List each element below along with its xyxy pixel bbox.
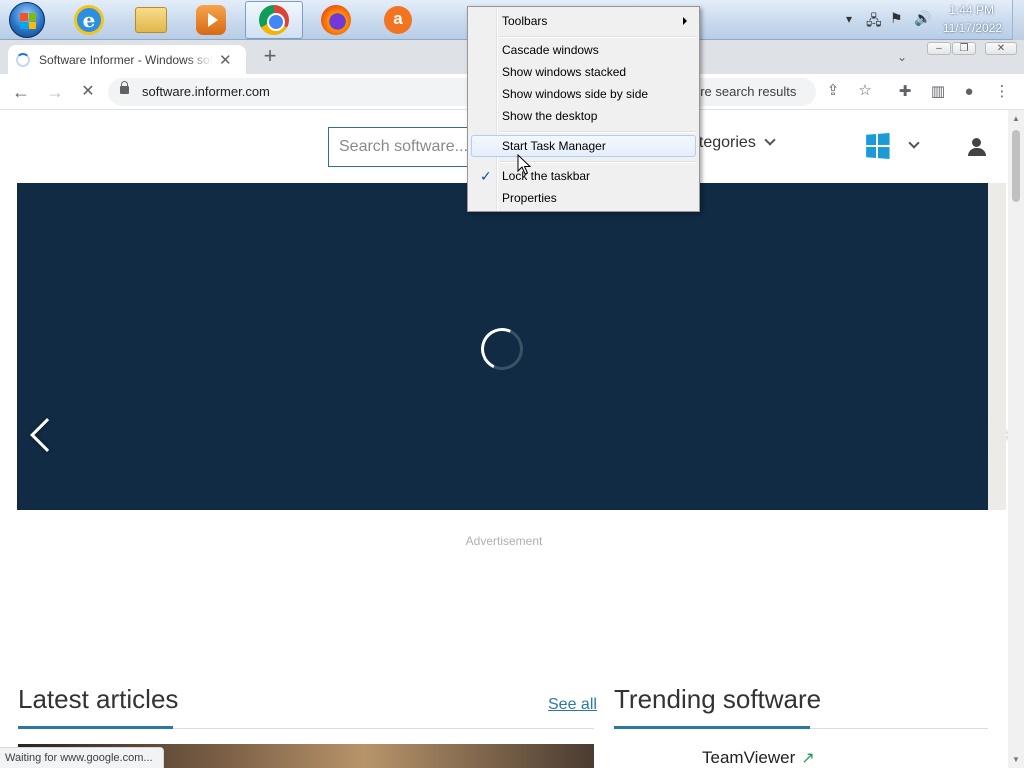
volume-icon[interactable]: 🔊 [914, 10, 931, 27]
mouse-pointer-icon [517, 154, 531, 175]
new-tab-button[interactable]: + [260, 45, 280, 67]
heading-underline [18, 726, 173, 729]
internet-explorer-icon: e [74, 5, 104, 35]
url-text[interactable]: software.informer.com [142, 84, 270, 99]
menu-item-lock-the-taskbar[interactable]: ✓ Lock the taskbar [471, 165, 696, 187]
menu-separator [500, 131, 696, 133]
latest-articles-heading: Latest articles [18, 684, 179, 714]
windows-orb-icon [9, 2, 45, 38]
checkmark-icon: ✓ [480, 168, 492, 184]
menu-item-label: Show windows side by side [502, 87, 649, 101]
menu-item-start-task-manager[interactable]: Start Task Manager [471, 135, 696, 157]
bookmark-star-icon[interactable]: ☆ [856, 82, 874, 100]
scroll-down-arrow-icon[interactable]: ▼ [1012, 755, 1020, 764]
restore-button[interactable]: ❐ [952, 42, 976, 55]
menu-item-properties[interactable]: Properties [471, 187, 696, 209]
tab-title: Software Informer - Windows software [39, 52, 213, 67]
menu-item-label: Cascade windows [502, 43, 599, 57]
menu-kebab-icon[interactable]: ⋮ [993, 83, 1011, 101]
tray-overflow-icon[interactable]: ▾ [846, 12, 852, 26]
menu-item-show-windows-side-by-side[interactable]: Show windows side by side [471, 83, 696, 105]
trending-software-heading: Trending software [614, 684, 822, 714]
menu-item-toolbars[interactable]: Toolbars [471, 10, 696, 32]
taskbar-firefox[interactable] [307, 1, 365, 39]
clock-time[interactable]: 1:44 PM [949, 3, 994, 17]
scroll-thumb[interactable] [1012, 130, 1020, 202]
categories-menu[interactable]: ategories [690, 134, 776, 152]
chrome-icon [259, 5, 289, 35]
tab-search-chevron-icon[interactable]: ⌄ [897, 50, 907, 64]
minimize-button[interactable]: – [927, 42, 951, 55]
windows-logo-icon[interactable] [866, 133, 890, 159]
menu-item-label: Lock the taskbar [502, 169, 591, 183]
menu-item-label: Start Task Manager [502, 139, 606, 153]
page-scrollbar[interactable]: ▲ ▼ [1008, 110, 1024, 768]
stop-loading-button[interactable]: ✕ [76, 80, 100, 104]
status-bubble: Waiting for www.google.com... [0, 747, 164, 768]
folder-icon [135, 7, 167, 33]
slider-edge [988, 183, 1006, 510]
menu-item-label: Properties [502, 191, 557, 205]
menu-separator [500, 36, 696, 38]
omnibox-hint-text: ore search results [693, 84, 797, 99]
clock-date[interactable]: 11/17/2022 [943, 21, 1002, 35]
menu-item-label: Toolbars [502, 14, 548, 28]
trending-item-label: TeamViewer [702, 748, 796, 767]
menu-item-show-the-desktop[interactable]: Show the desktop [471, 105, 696, 127]
address-bar[interactable]: software.informer.com ore search results… [108, 78, 872, 106]
trending-item[interactable]: TeamViewer ↗ [702, 748, 815, 768]
side-panel-icon[interactable]: ▥ [929, 83, 947, 101]
taskbar-context-menu: Toolbars Cascade windows Show windows st… [467, 6, 700, 212]
chevron-down-icon [764, 134, 776, 146]
trending-arrow-icon: ↗ [801, 750, 815, 767]
firefox-icon [321, 5, 351, 35]
taskbar-google-chrome[interactable] [245, 1, 303, 39]
avast-icon [384, 6, 412, 34]
close-window-button[interactable]: ✕ [985, 42, 1017, 55]
user-account-icon[interactable] [967, 138, 987, 156]
scroll-up-arrow-icon[interactable]: ▲ [1012, 114, 1020, 123]
menu-item-show-windows-stacked[interactable]: Show windows stacked [471, 61, 696, 83]
system-tray: ▾ 🖧 ⚑ 🔊 1:44 PM 11/17/2022 [840, 0, 1024, 40]
taskbar-internet-explorer[interactable]: e [60, 1, 118, 39]
taskbar-windows-explorer[interactable] [122, 1, 180, 39]
extensions-icon[interactable]: ✚ [896, 83, 914, 101]
featured-slider [17, 183, 1008, 510]
close-tab-icon[interactable]: ✕ [219, 51, 232, 69]
loading-spinner-icon [475, 322, 529, 376]
taskbar-media-player[interactable] [182, 1, 240, 39]
menu-item-label: Show windows stacked [502, 65, 627, 79]
profile-icon[interactable]: ● [960, 83, 978, 101]
menu-item-cascade-windows[interactable]: Cascade windows [471, 39, 696, 61]
network-icon[interactable]: 🖧 [866, 10, 882, 34]
advertisement-label: Advertisement [465, 534, 543, 548]
forward-button[interactable]: → [43, 80, 67, 104]
os-chevron-down-icon[interactable] [908, 137, 920, 149]
tab-loading-icon [16, 52, 30, 67]
menu-item-label: Show the desktop [502, 109, 598, 123]
taskbar-avast[interactable] [369, 1, 427, 39]
media-player-icon [196, 5, 226, 35]
action-center-flag-icon[interactable]: ⚑ [890, 10, 903, 27]
share-icon[interactable]: ⇪ [824, 82, 842, 100]
lock-icon[interactable] [120, 81, 129, 94]
back-button[interactable]: ← [9, 80, 33, 104]
submenu-arrow-icon [683, 17, 687, 25]
slider-prev-arrow-icon[interactable] [30, 418, 64, 452]
show-desktop-button[interactable] [1012, 0, 1024, 40]
browser-tab[interactable]: Software Informer - Windows software ✕ [8, 45, 246, 74]
see-all-link[interactable]: See all [548, 696, 597, 714]
start-button[interactable] [0, 1, 54, 39]
heading-underline [614, 726, 810, 729]
